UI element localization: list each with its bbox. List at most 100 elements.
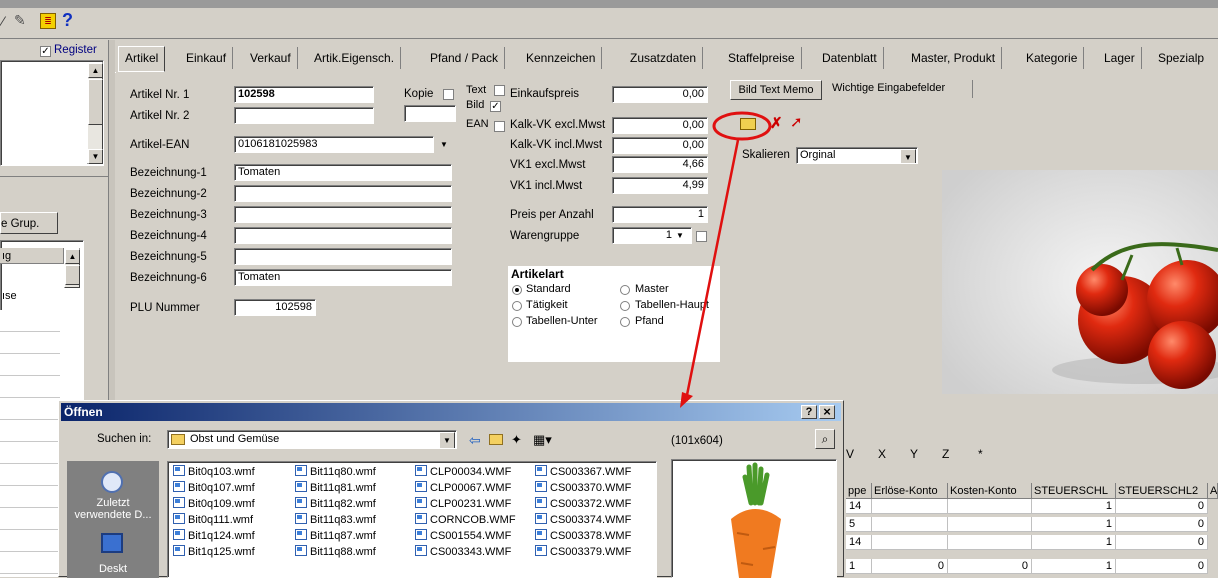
subtab-bild-text-memo[interactable]: Bild Text Memo [730, 80, 822, 100]
file-item[interactable]: CS003343.WMF [415, 545, 511, 559]
notes-icon[interactable]: ≣ [40, 13, 56, 29]
file-item[interactable]: CS001554.WMF [415, 529, 511, 543]
tab-spezialp[interactable]: Spezialp [1152, 47, 1210, 69]
skalieren-dropdown-button[interactable]: ▼ [900, 149, 916, 163]
file-item[interactable]: CLP00067.WMF [415, 481, 511, 495]
grid-header[interactable]: Erlöse-Konto [872, 483, 948, 499]
group-tab[interactable]: e Grup. [0, 212, 58, 234]
grid-header[interactable]: Kosten-Konto [948, 483, 1032, 499]
recent-place[interactable]: Zuletzt verwendete D... [67, 465, 159, 525]
pen-icon[interactable]: ⁄ [2, 13, 4, 29]
bez3-field[interactable] [234, 206, 452, 223]
grid-cell[interactable]: 14 [846, 499, 872, 514]
file-item[interactable]: Bit11q88.wmf [295, 545, 376, 559]
file-item[interactable]: Bit11q80.wmf [295, 465, 376, 479]
radio-tabellen-haupt[interactable] [620, 301, 630, 311]
file-item[interactable]: Bit11q87.wmf [295, 529, 376, 543]
bez6-field[interactable]: Tomaten [234, 269, 452, 286]
kopie-checkbox[interactable] [443, 89, 454, 100]
ean-dropdown-arrow[interactable]: ▼ [440, 140, 448, 149]
grid-cell[interactable] [872, 517, 948, 532]
bez5-field[interactable] [234, 248, 452, 265]
back-arrow-icon[interactable]: ⇦ [469, 432, 481, 449]
folder-select[interactable]: Obst und Gemüse ▼ [167, 430, 457, 449]
grid-cell[interactable]: 1 [1032, 559, 1116, 574]
file-item[interactable]: Bit0q111.wmf [173, 513, 253, 527]
group-scrollbar[interactable]: ▲ [64, 248, 80, 288]
radio-master[interactable] [620, 285, 630, 295]
tab-artikel[interactable]: Artikel [118, 46, 166, 72]
register-checkbox-area[interactable]: ✓ Register [40, 44, 106, 58]
warengruppe-checkbox[interactable] [696, 231, 707, 242]
file-item[interactable]: Bit11q83.wmf [295, 513, 376, 527]
scroll-up-button[interactable]: ▲ [65, 249, 80, 264]
einkaufspreis-field[interactable]: 0,00 [612, 86, 708, 103]
kalk-vk-incl-field[interactable]: 0,00 [612, 137, 708, 154]
new-folder-icon[interactable]: ✦ [511, 432, 522, 448]
artikel-ean-field[interactable]: 0106181025983 [234, 136, 434, 153]
folder-dropdown-button[interactable]: ▼ [439, 432, 455, 448]
edit-tool-icon[interactable]: ✎ [14, 12, 26, 29]
grid-cell[interactable]: 0 [1116, 517, 1208, 532]
preis-per-anzahl-field[interactable]: 1 [612, 206, 708, 223]
grid-cell[interactable] [948, 499, 1032, 514]
bez2-field[interactable] [234, 185, 452, 202]
alpha-v[interactable]: V [846, 447, 854, 461]
grid-cell[interactable] [872, 535, 948, 550]
tab-einkauf[interactable]: Einkauf [180, 47, 234, 69]
file-item[interactable]: CS003379.WMF [535, 545, 631, 559]
grid-cell[interactable] [948, 535, 1032, 550]
pointer-arrow-icon[interactable]: ➚ [790, 113, 803, 131]
grid-cell[interactable]: 0 [872, 559, 948, 574]
tab-verkauf[interactable]: Verkauf [244, 47, 298, 69]
scroll-thumb[interactable] [88, 79, 103, 125]
grid-cell[interactable]: 1 [1032, 499, 1116, 514]
file-item[interactable]: CS003372.WMF [535, 497, 631, 511]
grid-header[interactable]: ppe [846, 483, 872, 499]
grid-cell[interactable] [872, 499, 948, 514]
file-item[interactable]: Bit0q107.wmf [173, 481, 255, 495]
open-folder-icon[interactable] [740, 118, 756, 130]
radio-pfand[interactable] [620, 317, 630, 327]
list-scrollbar[interactable]: ▲ ▼ [87, 62, 103, 164]
vk1-incl-field[interactable]: 4,99 [612, 177, 708, 194]
desktop-place[interactable]: Deskt [67, 529, 159, 578]
file-item[interactable]: Bit1q125.wmf [173, 545, 255, 559]
tab-lager[interactable]: Lager [1098, 47, 1142, 69]
tab-staffelpreise[interactable]: Staffelpreise [722, 47, 802, 69]
tab-zusatzdaten[interactable]: Zusatzdaten [624, 47, 704, 69]
alpha-z[interactable]: Z [942, 447, 949, 461]
help-icon[interactable]: ? [62, 10, 73, 31]
preview-toggle-icon[interactable]: ⌕ [815, 429, 835, 449]
file-item[interactable]: CS003374.WMF [535, 513, 631, 527]
tab-artik-eigensch[interactable]: Artik.Eigensch. [308, 47, 402, 69]
grid-cell[interactable]: 0 [1116, 499, 1208, 514]
up-folder-icon[interactable] [489, 434, 503, 445]
grid-header[interactable]: A [1208, 483, 1218, 499]
bild-checkbox[interactable]: ✓ [490, 101, 501, 112]
radio-tabellen-unter[interactable] [512, 317, 522, 327]
grid-cell[interactable]: 1 [1032, 535, 1116, 550]
delete-icon[interactable]: ✗ [770, 114, 783, 132]
file-item[interactable]: CS003367.WMF [535, 465, 631, 479]
file-item[interactable]: CS003378.WMF [535, 529, 631, 543]
grid-cell[interactable] [948, 517, 1032, 532]
bez1-field[interactable]: Tomaten [234, 164, 452, 181]
ean-checkbox[interactable] [494, 121, 505, 132]
file-item[interactable]: CLP00231.WMF [415, 497, 511, 511]
grid-header[interactable]: STEUERSCHL [1032, 483, 1116, 499]
grid-cell[interactable]: 0 [1116, 559, 1208, 574]
scroll-down-button[interactable]: ▼ [88, 149, 103, 164]
alpha-y[interactable]: Y [910, 447, 918, 461]
grid-cell[interactable]: 0 [1116, 535, 1208, 550]
file-item[interactable]: CLP00034.WMF [415, 465, 511, 479]
scroll-thumb[interactable] [65, 265, 80, 285]
artikel-nr2-field[interactable] [234, 107, 374, 124]
grid-cell[interactable]: 5 [846, 517, 872, 532]
file-item[interactable]: Bit0q103.wmf [173, 465, 255, 479]
plu-field[interactable]: 102598 [234, 299, 316, 316]
alpha-x[interactable]: X [878, 447, 886, 461]
file-item[interactable]: CS003370.WMF [535, 481, 631, 495]
radio-standard[interactable] [512, 285, 522, 295]
grid-cell[interactable]: 1 [1032, 517, 1116, 532]
